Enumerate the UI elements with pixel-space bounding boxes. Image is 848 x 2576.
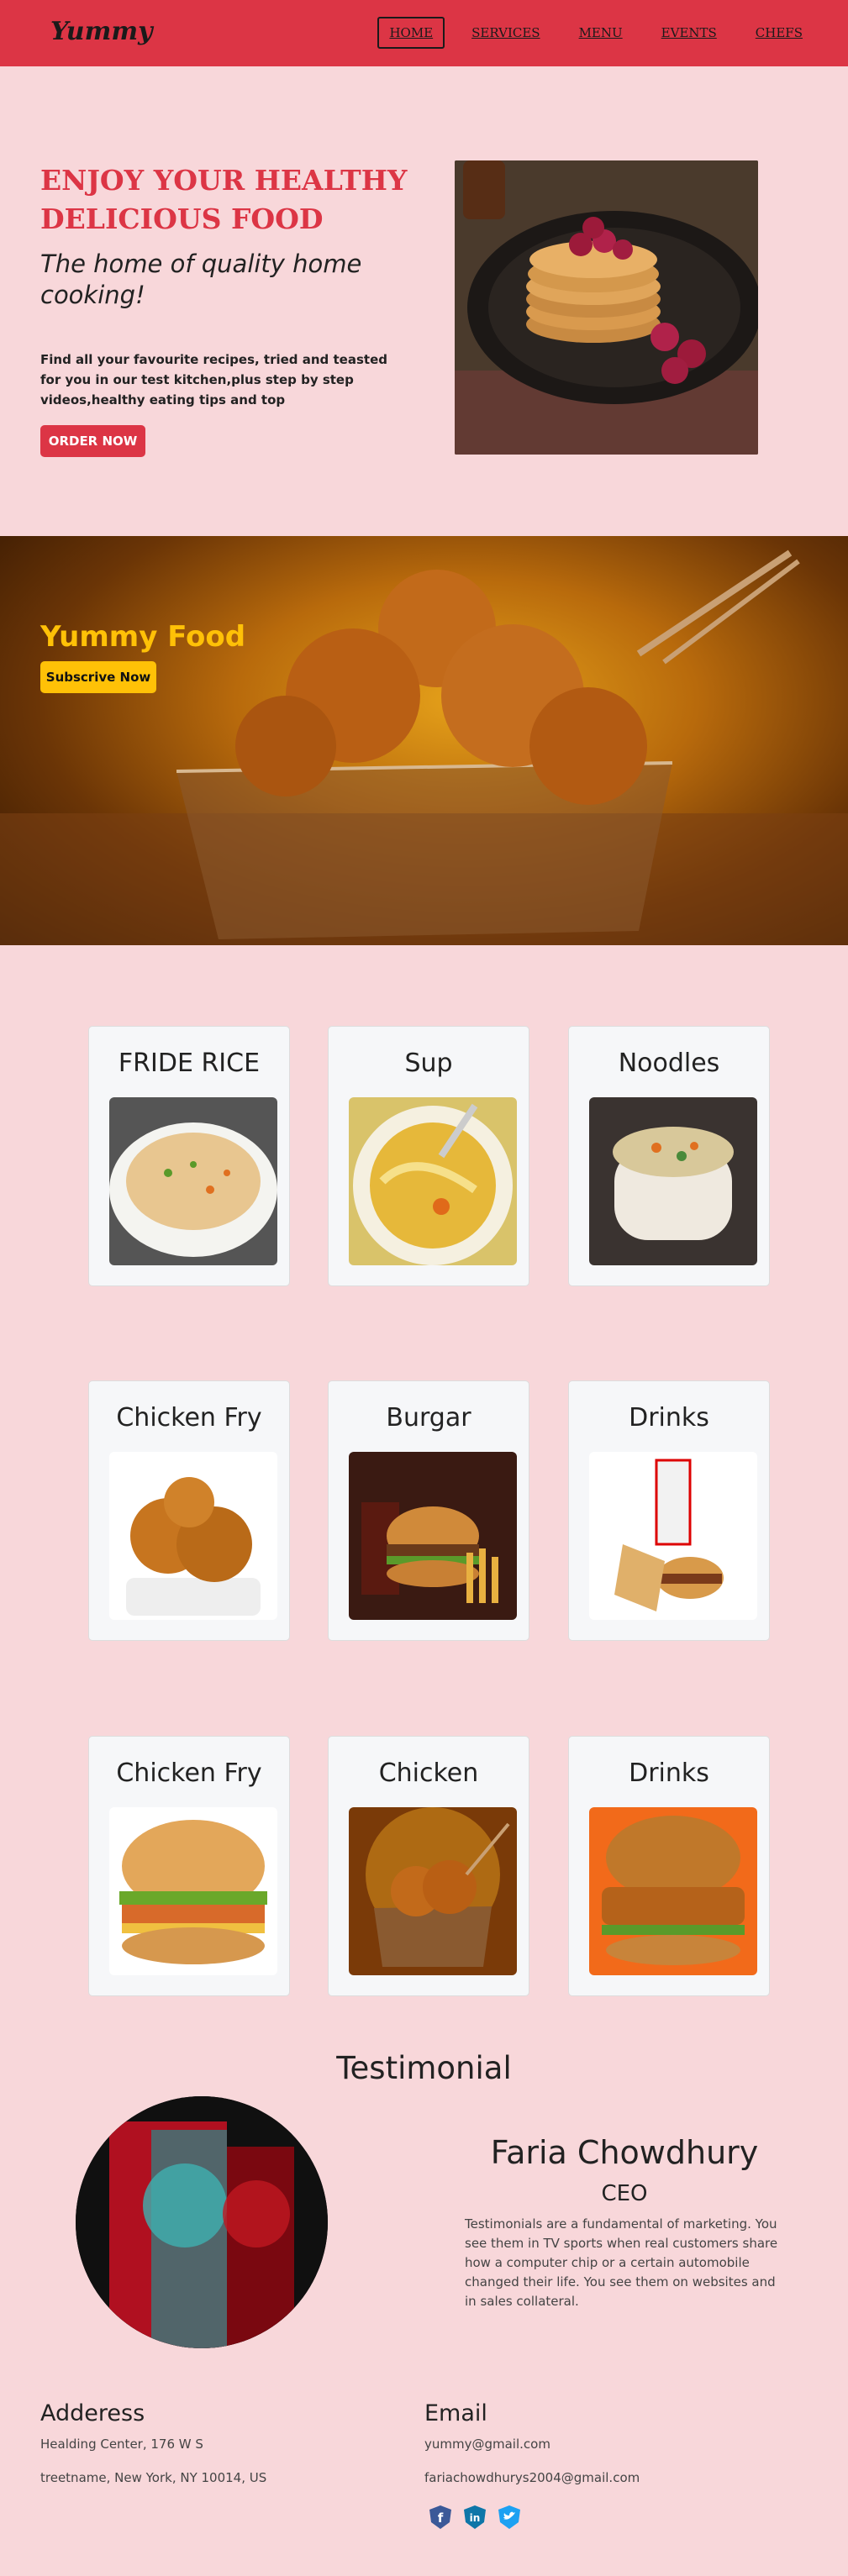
hero-title-line2: DELICIOUS FOOD (40, 202, 324, 235)
twitter-icon[interactable] (496, 2504, 523, 2531)
pancake-image (455, 160, 758, 455)
chicken-basket-image (349, 1807, 517, 1975)
subscribe-button[interactable]: Subscrive Now (40, 661, 156, 693)
email-heading: Email (424, 2400, 487, 2426)
card-title: Noodles (618, 1049, 720, 1078)
nav-menu[interactable]: MENU (567, 17, 635, 49)
food-card[interactable]: Chicken Fry (88, 1736, 290, 1996)
hero-title-line1: ENJOY YOUR HEALTHY (40, 164, 408, 197)
navbar: Yummy HOME SERVICES MENU EVENTS CHEFS (0, 0, 848, 66)
food-card[interactable]: Burgar (328, 1380, 529, 1641)
testimonial-photo (76, 2096, 328, 2348)
email-secondary[interactable]: fariachowdhurys2004@gmail.com (424, 2470, 640, 2485)
address-line2: treetname, New York, NY 10014, US (40, 2470, 267, 2485)
burger-image (349, 1452, 517, 1620)
svg-text:f: f (438, 2510, 444, 2526)
order-now-button[interactable]: ORDER NOW (40, 425, 145, 457)
email-primary[interactable]: yummy@gmail.com (424, 2437, 550, 2452)
hero-subtitle: The home of quality home cooking! (40, 250, 362, 309)
drinks-image (589, 1452, 757, 1620)
card-title: Sup (404, 1049, 453, 1078)
card-title: FRIDE RICE (118, 1049, 261, 1078)
brand-logo[interactable]: Yummy (50, 17, 153, 46)
fried-chicken-banner (0, 536, 848, 945)
soup-image (349, 1097, 517, 1265)
nav-home[interactable]: HOME (377, 17, 445, 49)
card-title: Chicken Fry (116, 1759, 262, 1788)
testimonial-name: Faria Chowdhury (490, 2134, 759, 2171)
food-card[interactable]: Sup (328, 1026, 529, 1286)
nav-services[interactable]: SERVICES (460, 17, 551, 49)
testimonial-heading: Testimonial (336, 2050, 512, 2086)
food-card[interactable]: FRIDE RICE (88, 1026, 290, 1286)
hero-description: Find all your favourite recipes, tried a… (40, 352, 387, 407)
nav-links: HOME SERVICES MENU EVENTS CHEFS (362, 17, 814, 49)
linkedin-icon[interactable]: in (461, 2504, 488, 2531)
address-heading: Adderess (40, 2400, 145, 2426)
card-title: Drinks (629, 1403, 709, 1433)
crispy-burger-image (589, 1807, 757, 1975)
food-card[interactable]: Drinks (568, 1380, 770, 1641)
card-title: Drinks (629, 1759, 709, 1788)
svg-text:in: in (470, 2512, 481, 2524)
facebook-icon[interactable]: f (427, 2504, 454, 2531)
food-card[interactable]: Drinks (568, 1736, 770, 1996)
card-title: Chicken (378, 1759, 479, 1788)
chicken-burger-image (109, 1807, 277, 1975)
address-line1: Healding Center, 176 W S (40, 2437, 203, 2452)
fried-rice-image (109, 1097, 277, 1265)
noodles-image (589, 1097, 757, 1265)
testimonial-text: Testimonials are a fundamental of market… (465, 2216, 778, 2309)
nav-chefs[interactable]: CHEFS (744, 17, 814, 49)
testimonial-role: CEO (601, 2181, 648, 2206)
food-card[interactable]: Chicken Fry (88, 1380, 290, 1641)
card-title: Chicken Fry (116, 1403, 262, 1433)
nav-events[interactable]: EVENTS (650, 17, 729, 49)
food-card[interactable]: Chicken (328, 1736, 529, 1996)
food-card[interactable]: Noodles (568, 1026, 770, 1286)
chicken-fry-image (109, 1452, 277, 1620)
hero-title: ENJOY YOUR HEALTHY DELICIOUS FOOD (40, 161, 435, 239)
banner-title: Yummy Food (40, 620, 246, 654)
card-title: Burgar (386, 1403, 471, 1433)
